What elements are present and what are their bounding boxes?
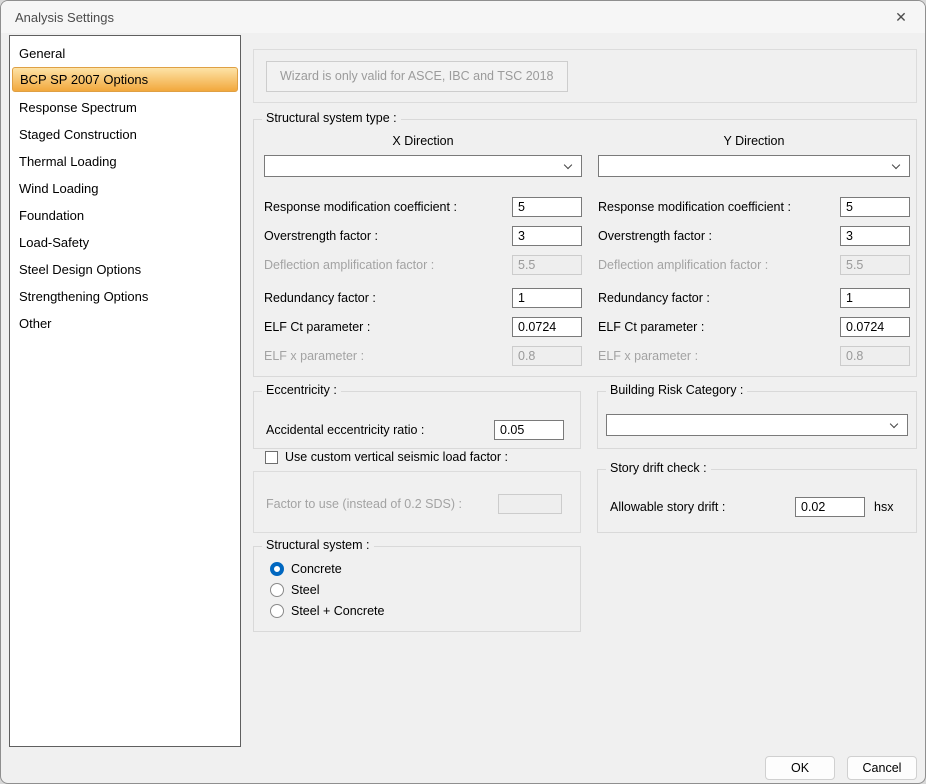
x-redundancy-factor-input[interactable] (512, 287, 582, 308)
field-row: ELF Ct parameter : (264, 316, 582, 337)
radio-option-steel[interactable]: Steel (270, 582, 580, 598)
field-label: Factor to use (instead of 0.2 SDS) : (266, 496, 462, 511)
radio-unselected-icon (270, 583, 284, 597)
field-row: Overstrength factor : (264, 225, 582, 246)
field-row: Response modification coefficient : (598, 196, 910, 217)
building-risk-category-group: Building Risk Category : I Ie=1.5 (597, 383, 917, 449)
field-label: Deflection amplification factor : (264, 257, 435, 272)
sidebar-item-bcp-sp-2007-options[interactable]: BCP SP 2007 Options (12, 67, 238, 92)
field-row: Allowable story drift : hsx (610, 496, 904, 517)
eccentricity-group: Eccentricity : Accidental eccentricity r… (253, 383, 581, 449)
category-list: General BCP SP 2007 Options Response Spe… (9, 35, 241, 747)
close-icon[interactable]: ✕ (891, 9, 911, 26)
sidebar-item-other[interactable]: Other (10, 310, 240, 337)
field-row: Redundancy factor : (264, 287, 582, 308)
window-title: Analysis Settings (15, 9, 114, 25)
field-row: Overstrength factor : (598, 225, 910, 246)
field-label: Redundancy factor : (264, 290, 376, 305)
y-direction-header: Y Direction (723, 134, 785, 148)
analysis-settings-dialog: Analysis Settings ✕ General BCP SP 2007 … (0, 0, 926, 784)
field-label: ELF Ct parameter : (264, 319, 371, 334)
custom-vertical-seismic-row: Use custom vertical seismic load factor … (265, 449, 508, 465)
sidebar-item-wind-loading[interactable]: Wind Loading (10, 175, 240, 202)
x-direction-header: X Direction (392, 134, 454, 148)
sidebar-item-steel-design-options[interactable]: Steel Design Options (10, 256, 240, 283)
structural-system-group: Structural system : Concrete Steel Steel… (253, 538, 581, 632)
radio-label: Steel + Concrete (291, 604, 385, 618)
field-row: ELF x parameter : (264, 345, 582, 366)
structural-system-type-group: Structural system type : X Direction 1.2… (253, 111, 917, 377)
story-drift-unit-label: hsx (874, 499, 894, 514)
radio-option-concrete[interactable]: Concrete (270, 561, 580, 577)
field-row: Deflection amplification factor : (598, 254, 910, 275)
radio-selected-icon (270, 562, 284, 576)
sidebar-item-strengthening-options[interactable]: Strengthening Options (10, 283, 240, 310)
structural-system-type-legend: Structural system type : (262, 111, 401, 125)
y-response-modification-input[interactable] (840, 196, 910, 217)
field-row: ELF x parameter : (598, 345, 910, 366)
field-label: Response modification coefficient : (264, 199, 457, 214)
sidebar-item-general[interactable]: General (10, 40, 240, 67)
story-drift-check-group: Story drift check : Allowable story drif… (597, 461, 917, 533)
wizard-panel: Wizard is only valid for ASCE, IBC and T… (253, 49, 917, 103)
x-response-modification-input[interactable] (512, 196, 582, 217)
field-label: Overstrength factor : (264, 228, 378, 243)
accidental-eccentricity-ratio-input[interactable] (494, 419, 564, 440)
field-label: ELF x parameter : (598, 348, 699, 363)
risk-category-dropdown[interactable]: I Ie=1.5 (606, 414, 908, 436)
ok-button[interactable]: OK (765, 756, 835, 780)
custom-vertical-seismic-checkbox[interactable] (265, 450, 278, 464)
field-label: Redundancy factor : (598, 290, 710, 305)
radio-label: Concrete (291, 562, 342, 576)
field-label: Response modification coefficient : (598, 199, 791, 214)
x-elf-x-parameter-input (512, 345, 582, 366)
field-label: Overstrength factor : (598, 228, 712, 243)
sidebar-item-response-spectrum[interactable]: Response Spectrum (10, 94, 240, 121)
eccentricity-legend: Eccentricity : (262, 383, 341, 397)
custom-vertical-seismic-label: Use custom vertical seismic load factor … (285, 450, 508, 464)
field-label: Accidental eccentricity ratio : (266, 422, 425, 437)
sidebar-item-thermal-loading[interactable]: Thermal Loading (10, 148, 240, 175)
y-elf-x-parameter-input (840, 345, 910, 366)
field-label: Allowable story drift : (610, 499, 726, 514)
wizard-note-button: Wizard is only valid for ASCE, IBC and T… (266, 61, 568, 92)
y-redundancy-factor-input[interactable] (840, 287, 910, 308)
sidebar-item-staged-construction[interactable]: Staged Construction (10, 121, 240, 148)
factor-to-use-input (498, 493, 562, 514)
radio-unselected-icon (270, 604, 284, 618)
field-row: Response modification coefficient : (264, 196, 582, 217)
y-elf-ct-parameter-input[interactable] (840, 316, 910, 337)
x-elf-ct-parameter-input[interactable] (512, 316, 582, 337)
field-label: ELF Ct parameter : (598, 319, 705, 334)
y-deflection-amplification-input (840, 254, 910, 275)
sidebar-item-foundation[interactable]: Foundation (10, 202, 240, 229)
x-direction-column: X Direction 1.2.a - BWS - Shear walls / … (264, 134, 582, 366)
title-bar: Analysis Settings ✕ (1, 1, 925, 33)
x-deflection-amplification-input (512, 254, 582, 275)
y-direction-column: Y Direction 1.2.a - BWS - Shear walls / … (598, 134, 910, 366)
field-label: ELF x parameter : (264, 348, 365, 363)
sidebar-item-load-safety[interactable]: Load-Safety (10, 229, 240, 256)
building-risk-category-legend: Building Risk Category : (606, 383, 748, 397)
field-label: Deflection amplification factor : (598, 257, 769, 272)
story-drift-check-legend: Story drift check : (606, 461, 711, 475)
chevron-down-icon (889, 419, 899, 429)
field-row: Deflection amplification factor : (264, 254, 582, 275)
chevron-down-icon (891, 160, 901, 170)
radio-label: Steel (291, 583, 320, 597)
structural-system-legend: Structural system : (262, 538, 374, 552)
field-row: Redundancy factor : (598, 287, 910, 308)
radio-option-steel-concrete[interactable]: Steel + Concrete (270, 603, 580, 619)
custom-factor-box: Factor to use (instead of 0.2 SDS) : (253, 471, 581, 533)
allowable-story-drift-input[interactable] (795, 496, 865, 517)
field-row: ELF Ct parameter : (598, 316, 910, 337)
y-system-dropdown[interactable]: 1.2.a - BWS - Shear walls / Concrete (598, 155, 910, 177)
x-overstrength-factor-input[interactable] (512, 225, 582, 246)
cancel-button[interactable]: Cancel (847, 756, 917, 780)
chevron-down-icon (563, 160, 573, 170)
field-row: Factor to use (instead of 0.2 SDS) : (266, 493, 562, 514)
x-system-dropdown[interactable]: 1.2.a - BWS - Shear walls / Concrete (264, 155, 582, 177)
field-row: Accidental eccentricity ratio : (266, 419, 564, 440)
y-overstrength-factor-input[interactable] (840, 225, 910, 246)
